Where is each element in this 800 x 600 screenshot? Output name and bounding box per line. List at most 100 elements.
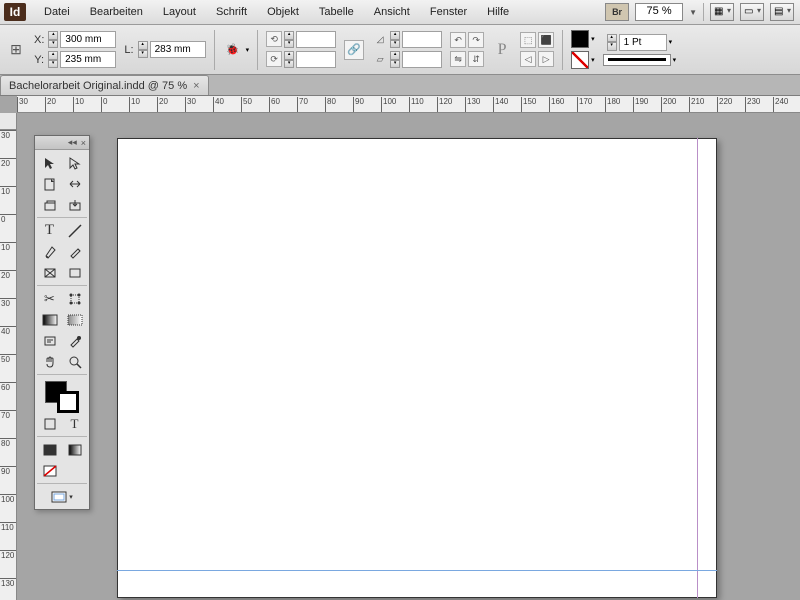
bug-icon[interactable]: 🐞 bbox=[223, 40, 243, 60]
select-container-icon[interactable]: ⬚ bbox=[520, 32, 536, 48]
line-tool[interactable] bbox=[62, 220, 87, 241]
fill-drop-icon[interactable]: ▾ bbox=[591, 35, 595, 43]
y-input[interactable] bbox=[60, 51, 116, 68]
collapse-icon[interactable]: ◂◂ bbox=[68, 137, 77, 148]
gap-tool[interactable] bbox=[62, 173, 87, 194]
stroke-swatch[interactable] bbox=[571, 51, 589, 69]
rotate-w-icon[interactable]: ⟲ bbox=[266, 31, 282, 47]
zoom-field[interactable]: 75 % bbox=[635, 3, 683, 21]
menu-layout[interactable]: Layout bbox=[153, 0, 206, 24]
p-icon[interactable]: P bbox=[492, 40, 512, 60]
menu-tabelle[interactable]: Tabelle bbox=[309, 0, 364, 24]
close-panel-icon[interactable]: × bbox=[81, 138, 86, 148]
rw-spin[interactable]: ▴▾ bbox=[284, 31, 294, 48]
control-bar: ⊞ X: ▴▾ Y: ▴▾ L: ▴▾ 🐞 ▾ ⟲▴▾ ⟳▴▾ 🔗 ◿▴▾ ▱▴… bbox=[0, 25, 800, 75]
guide-line[interactable] bbox=[117, 570, 717, 571]
shear-input[interactable] bbox=[402, 51, 442, 68]
apply-gradient-icon[interactable] bbox=[62, 439, 87, 460]
menu-datei[interactable]: Datei bbox=[34, 0, 80, 24]
gradient-swatch-tool[interactable] bbox=[37, 309, 62, 330]
free-transform-tool[interactable] bbox=[62, 288, 87, 309]
vertical-ruler[interactable]: 3020100102030405060708090100110120130 bbox=[0, 113, 17, 600]
pencil-tool[interactable] bbox=[62, 241, 87, 262]
reference-point-icon[interactable]: ⊞ bbox=[6, 40, 26, 60]
menu-objekt[interactable]: Objekt bbox=[257, 0, 309, 24]
flip-h-icon[interactable]: ⇋ bbox=[450, 51, 466, 67]
rotate-cw-icon[interactable]: ↷ bbox=[468, 32, 484, 48]
content-placer-tool[interactable] bbox=[62, 194, 87, 215]
pasteboard[interactable] bbox=[17, 130, 800, 600]
fill-swatch[interactable] bbox=[571, 30, 589, 48]
zoom-dropdown-icon[interactable]: ▼ bbox=[689, 8, 697, 17]
bridge-button[interactable]: Br bbox=[605, 3, 629, 21]
page-tool[interactable] bbox=[37, 173, 62, 194]
direct-selection-tool[interactable] bbox=[62, 152, 87, 173]
pen-tool[interactable] bbox=[37, 241, 62, 262]
angle-spin[interactable]: ▴▾ bbox=[390, 31, 400, 48]
menu-schrift[interactable]: Schrift bbox=[206, 0, 257, 24]
bug-dropdown-icon[interactable]: ▾ bbox=[246, 46, 250, 54]
scissors-tool[interactable]: ✂ bbox=[37, 288, 62, 309]
select-prev-icon[interactable]: ◁ bbox=[520, 51, 536, 67]
vruler-tick: 30 bbox=[0, 298, 16, 308]
apply-color-icon[interactable] bbox=[37, 439, 62, 460]
rotate-h-icon[interactable]: ⟳ bbox=[266, 51, 282, 67]
horizontal-ruler[interactable]: 3020100102030405060708090100110120130140… bbox=[17, 96, 800, 113]
rotate-ccw-icon[interactable]: ↶ bbox=[450, 32, 466, 48]
tools-panel-header[interactable]: ◂◂ × bbox=[35, 136, 89, 150]
fill-stroke-proxy[interactable] bbox=[37, 379, 87, 411]
constrain-icon[interactable]: 🔗 bbox=[344, 40, 364, 60]
close-tab-icon[interactable]: × bbox=[193, 80, 199, 92]
stroke-weight-input[interactable] bbox=[619, 34, 667, 51]
ruler-origin[interactable] bbox=[0, 113, 17, 130]
l-input[interactable] bbox=[150, 41, 206, 58]
apply-none-icon[interactable] bbox=[37, 460, 62, 481]
menu-ansicht[interactable]: Ansicht bbox=[364, 0, 420, 24]
hand-tool[interactable] bbox=[37, 351, 62, 372]
rotate-h-input[interactable] bbox=[296, 51, 336, 68]
type-tool[interactable]: T bbox=[37, 220, 62, 241]
select-content-icon[interactable]: ⬛ bbox=[538, 32, 554, 48]
tools-panel[interactable]: ◂◂ × T ✂ T ▾ bbox=[34, 135, 90, 510]
page[interactable] bbox=[117, 138, 717, 598]
weight-spin[interactable]: ▴▾ bbox=[607, 34, 617, 51]
select-next-icon[interactable]: ▷ bbox=[538, 51, 554, 67]
stroke-style-preview[interactable] bbox=[603, 54, 671, 66]
arrange-dropdown[interactable]: ▤ bbox=[770, 3, 794, 21]
y-label: Y: bbox=[34, 54, 44, 66]
formatting-container-icon[interactable] bbox=[37, 413, 62, 434]
x-input[interactable] bbox=[60, 31, 116, 48]
rotate-w-input[interactable] bbox=[296, 31, 336, 48]
menu-hilfe[interactable]: Hilfe bbox=[477, 0, 519, 24]
selection-tool[interactable] bbox=[37, 152, 62, 173]
x-spinner[interactable]: ▴▾ bbox=[48, 31, 58, 48]
gradient-feather-tool[interactable] bbox=[62, 309, 87, 330]
note-tool[interactable] bbox=[37, 330, 62, 351]
l-spinner[interactable]: ▴▾ bbox=[138, 41, 148, 58]
y-spinner[interactable]: ▴▾ bbox=[48, 51, 58, 68]
screen-mode-dropdown[interactable]: ▭ bbox=[740, 3, 764, 21]
view-mode-normal-icon[interactable]: ▾ bbox=[37, 486, 87, 507]
view-options-dropdown[interactable]: ▦ bbox=[710, 3, 734, 21]
stroke-proxy[interactable] bbox=[57, 391, 79, 413]
rectangle-tool[interactable] bbox=[62, 262, 87, 283]
angle-input[interactable] bbox=[402, 31, 442, 48]
hruler-tick: 80 bbox=[325, 97, 336, 112]
rh-spin[interactable]: ▴▾ bbox=[284, 51, 294, 68]
weight-drop-icon[interactable]: ▾ bbox=[669, 38, 673, 46]
shear-spin[interactable]: ▴▾ bbox=[390, 51, 400, 68]
style-drop-icon[interactable]: ▾ bbox=[673, 56, 677, 64]
menu-fenster[interactable]: Fenster bbox=[420, 0, 477, 24]
eyedropper-tool[interactable] bbox=[62, 330, 87, 351]
menu-bearbeiten[interactable]: Bearbeiten bbox=[80, 0, 153, 24]
formatting-text-icon[interactable]: T bbox=[62, 413, 87, 434]
hruler-tick: 190 bbox=[633, 97, 648, 112]
vruler-tick: 90 bbox=[0, 466, 16, 476]
rectangle-frame-tool[interactable] bbox=[37, 262, 62, 283]
zoom-tool[interactable] bbox=[62, 351, 87, 372]
vruler-tick: 120 bbox=[0, 550, 16, 560]
stroke-drop-icon[interactable]: ▾ bbox=[591, 56, 595, 64]
flip-v-icon[interactable]: ⇵ bbox=[468, 51, 484, 67]
document-tab[interactable]: Bachelorarbeit Original.indd @ 75 % × bbox=[0, 75, 209, 95]
content-collector-tool[interactable] bbox=[37, 194, 62, 215]
